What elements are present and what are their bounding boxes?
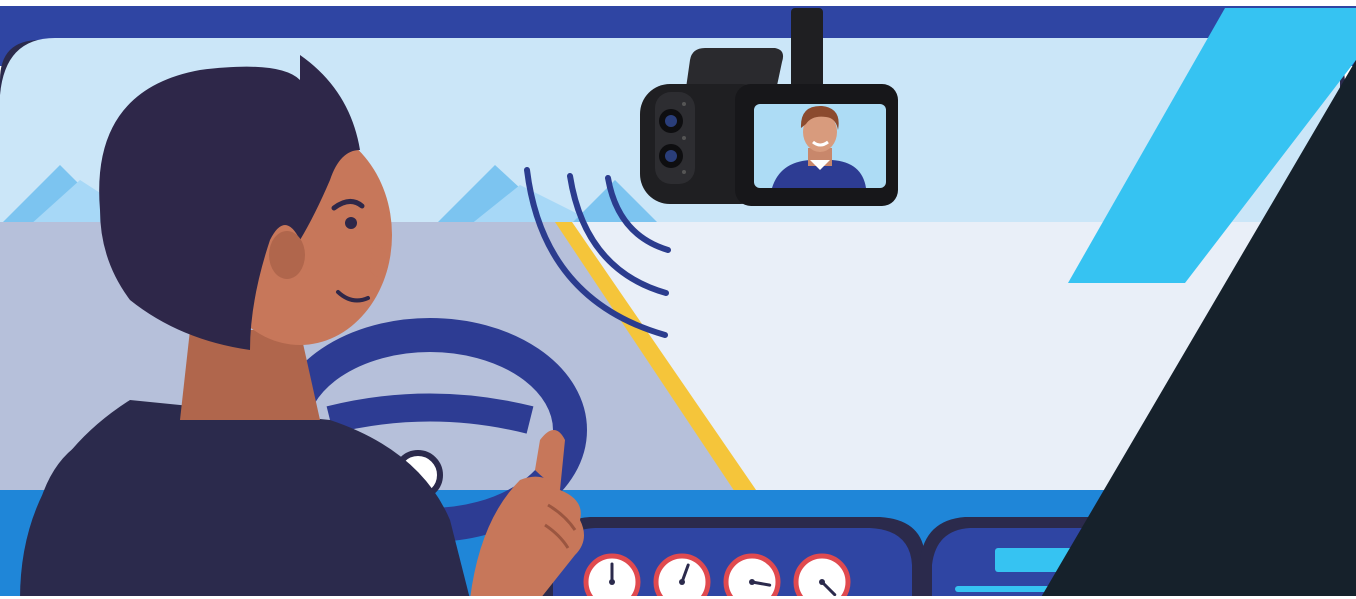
camera-mount (791, 8, 823, 94)
speedometer-gauge-icon (653, 553, 711, 599)
speedometer-gauge-icon (723, 553, 781, 599)
dash-camera-icon (640, 84, 898, 206)
driver-eye (345, 217, 357, 229)
speedometer-gauge-icon (583, 553, 641, 599)
speedometer-gauge-icon (793, 553, 851, 599)
illustration-canvas (0, 0, 1356, 599)
driver-ear (269, 231, 305, 279)
dashcam-illustration (0, 0, 1356, 599)
